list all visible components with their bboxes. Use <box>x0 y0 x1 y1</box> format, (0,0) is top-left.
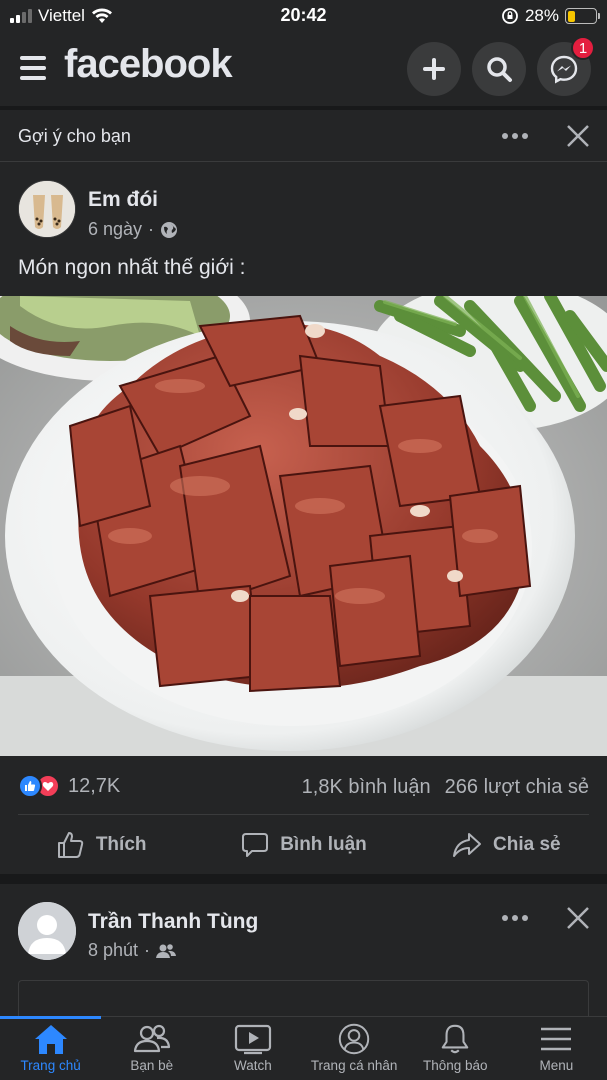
like-reaction-icon <box>18 774 42 798</box>
watch-icon <box>234 1024 272 1055</box>
tab-home[interactable]: Trang chủ <box>0 1017 101 1080</box>
like-button[interactable]: Thích <box>0 818 202 872</box>
reactions-count: 12,7K <box>68 774 121 797</box>
post-author[interactable]: Trần Thanh Tùng <box>88 910 258 934</box>
post-time[interactable]: 6 ngày <box>88 219 142 240</box>
plus-icon <box>423 58 445 80</box>
profile-icon <box>338 1023 370 1055</box>
post-author[interactable]: Em đói <box>88 188 158 212</box>
tab-profile[interactable]: Trang cá nhân <box>304 1017 405 1080</box>
tab-label: Watch <box>234 1058 272 1073</box>
comment-icon <box>242 833 269 857</box>
home-icon <box>34 1025 67 1054</box>
avatar-image <box>19 181 75 237</box>
battery-percent: 28% <box>524 6 559 25</box>
messenger-icon <box>550 55 578 84</box>
status-bar: Viettel 20:42 28% <box>0 0 607 32</box>
status-right: 28% <box>501 6 600 26</box>
suggestion-header: Gợi ý cho bạn <box>0 110 607 162</box>
share-label: Chia sẻ <box>493 834 561 855</box>
avatar[interactable] <box>18 180 76 238</box>
tab-label: Menu <box>539 1058 574 1073</box>
tab-label: Bạn bè <box>130 1058 174 1073</box>
rotation-lock-icon <box>502 8 518 24</box>
divider <box>18 814 589 815</box>
tab-label: Trang cá nhân <box>310 1058 398 1073</box>
tab-menu[interactable]: Menu <box>506 1017 607 1080</box>
create-button[interactable] <box>407 42 461 96</box>
tab-watch[interactable]: Watch <box>202 1017 303 1080</box>
search-button[interactable] <box>472 42 526 96</box>
battery-icon <box>565 8 600 24</box>
default-avatar-icon <box>18 902 76 960</box>
meta-separator: · <box>144 940 151 960</box>
shares-count[interactable]: 266 lượt chia sẻ <box>445 776 589 799</box>
messenger-button[interactable]: 1 <box>537 36 595 96</box>
post-actions: Thích Bình luận Chia sẻ <box>0 818 607 872</box>
friends-icon <box>133 1024 170 1053</box>
messenger-badge: 1 <box>571 36 595 60</box>
search-icon <box>487 57 512 82</box>
friends-privacy-icon <box>156 943 177 958</box>
meta-separator: · <box>148 219 155 239</box>
bell-icon <box>441 1024 469 1054</box>
tab-label: Trang chủ <box>20 1058 81 1073</box>
post-stats: 1,8K bình luận 266 lượt chia sẻ <box>302 776 589 799</box>
comment-label: Bình luận <box>280 834 367 855</box>
comment-button[interactable]: Bình luận <box>202 818 404 872</box>
active-tab-indicator <box>0 1016 101 1019</box>
share-icon <box>453 833 482 857</box>
share-button[interactable]: Chia sẻ <box>405 818 607 872</box>
feed-post: Em đói 6 ngày · Món ngon nhất thế giới : <box>0 162 607 874</box>
food-image <box>0 296 607 756</box>
post-meta: 8 phút · <box>88 940 177 961</box>
post-meta: 6 ngày · <box>88 219 178 240</box>
reactions-summary[interactable]: 12,7K <box>18 774 120 798</box>
post-text: Món ngon nhất thế giới : <box>18 256 246 279</box>
more-options-icon[interactable] <box>502 133 528 139</box>
close-icon[interactable] <box>566 906 590 930</box>
avatar[interactable] <box>18 902 76 960</box>
suggestion-title: Gợi ý cho bạn <box>18 126 131 146</box>
hamburger-icon <box>541 1027 572 1051</box>
tab-notifications[interactable]: Thông báo <box>405 1017 506 1080</box>
post-photo[interactable] <box>0 296 607 756</box>
comments-count[interactable]: 1,8K bình luận <box>302 776 431 799</box>
close-icon[interactable] <box>566 124 590 148</box>
app-header: facebook 1 <box>0 32 607 106</box>
globe-icon <box>161 221 178 238</box>
post-time[interactable]: 8 phút <box>88 940 138 961</box>
like-label: Thích <box>95 834 147 855</box>
more-options-icon[interactable] <box>502 915 528 921</box>
bottom-tab-bar: Trang chủ Bạn bè Watch Trang cá nhân Thô… <box>0 1016 607 1080</box>
facebook-logo[interactable]: facebook <box>64 42 233 87</box>
tab-friends[interactable]: Bạn bè <box>101 1017 202 1080</box>
menu-icon[interactable] <box>20 56 46 80</box>
tab-label: Thông báo <box>422 1058 488 1073</box>
thumbs-up-icon <box>57 832 84 858</box>
